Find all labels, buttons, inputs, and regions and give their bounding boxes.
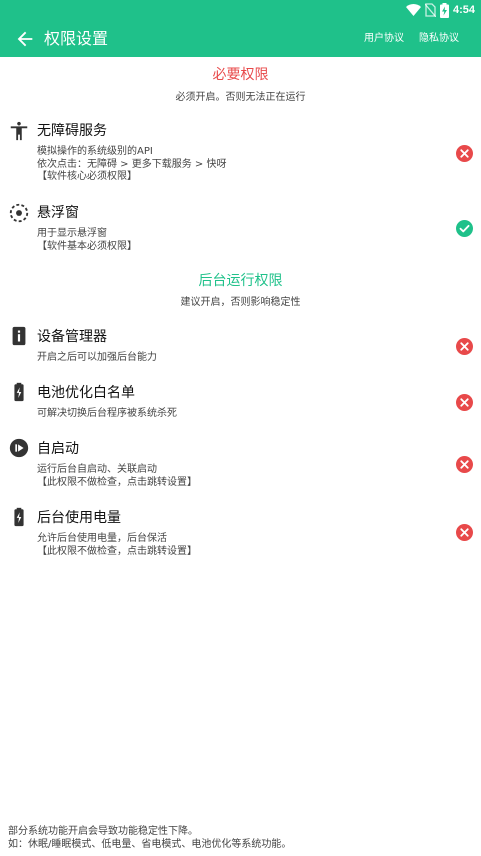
required-section-title: 必要权限 <box>212 67 269 83</box>
auto-start-icon <box>9 438 29 458</box>
permission-desc: 用于显示悬浮窗 【软件基本必须权限】 <box>37 228 137 252</box>
permission-title: 后台使用电量 <box>37 510 121 526</box>
status-icons: 4:54 <box>405 2 475 18</box>
battery-charging-icon <box>439 2 449 18</box>
denied-status-icon <box>456 456 473 473</box>
permission-title: 电池优化白名单 <box>37 385 135 401</box>
battery-icon <box>14 382 24 402</box>
permission-title: 悬浮窗 <box>37 205 79 221</box>
required-section-subtitle: 必须开启。否则无法正在运行 <box>175 92 306 103</box>
denied-status-icon <box>456 145 473 162</box>
permission-item-floating-window[interactable]: 悬浮窗 用于显示悬浮窗 【软件基本必须权限】 <box>0 200 481 258</box>
permission-item-auto-start[interactable]: 自启动 运行后台自启动、关联启动 【此权限不做检查，点击跳转设置】 <box>0 436 481 494</box>
status-bar: 4:54 <box>0 0 481 20</box>
permission-item-accessibility[interactable]: 无障碍服务 模拟操作的系统级别的API 依次点击：无障碍 > 更多下载服务 > … <box>0 118 481 188</box>
page-title: 权限设置 <box>44 29 109 48</box>
permission-item-battery-whitelist[interactable]: 电池优化白名单 可解决切换后台程序被系统杀死 <box>0 380 481 426</box>
permission-desc: 可解决切换后台程序被系统杀死 <box>37 408 177 419</box>
accessibility-icon <box>10 121 28 141</box>
permission-item-background-power[interactable]: 后台使用电量 允许后台使用电量，后台保活 【此权限不做检查，点击跳转设置】 <box>0 505 481 563</box>
permission-desc: 运行后台自启动、关联启动 【此权限不做检查，点击跳转设置】 <box>37 464 197 488</box>
app-bar: 权限设置 用户协议 隐私协议 <box>0 20 481 57</box>
footer-note: 部分系统功能开启会导致功能稳定性下降。 如：休眠/睡眠模式、低电量、省电模式、电… <box>8 826 292 850</box>
permission-title: 自启动 <box>37 441 79 457</box>
battery-icon <box>14 507 24 527</box>
permission-item-device-admin[interactable]: 设备管理器 开启之后可以加强后台能力 <box>0 324 481 370</box>
permission-title: 设备管理器 <box>37 329 107 345</box>
back-arrow-icon[interactable] <box>14 28 36 50</box>
wifi-icon <box>405 4 421 16</box>
user-agreement-link[interactable]: 用户协议 <box>364 32 404 46</box>
privacy-policy-link[interactable]: 隐私协议 <box>419 32 459 46</box>
permission-desc: 模拟操作的系统级别的API 依次点击：无障碍 > 更多下载服务 > 快呀 【软件… <box>37 146 227 182</box>
permission-desc: 允许后台使用电量，后台保活 【此权限不做检查，点击跳转设置】 <box>37 533 197 557</box>
status-time: 4:54 <box>452 4 475 16</box>
device-admin-icon <box>12 326 26 346</box>
denied-status-icon <box>456 524 473 541</box>
background-section-title: 后台运行权限 <box>198 273 283 289</box>
floating-window-icon <box>9 203 29 223</box>
permission-desc: 开启之后可以加强后台能力 <box>37 352 157 363</box>
granted-status-icon <box>456 220 473 237</box>
denied-status-icon <box>456 338 473 355</box>
no-sim-icon <box>424 3 436 17</box>
permission-title: 无障碍服务 <box>37 123 107 139</box>
background-section-subtitle: 建议开启，否则影响稳定性 <box>180 297 301 308</box>
denied-status-icon <box>456 394 473 411</box>
